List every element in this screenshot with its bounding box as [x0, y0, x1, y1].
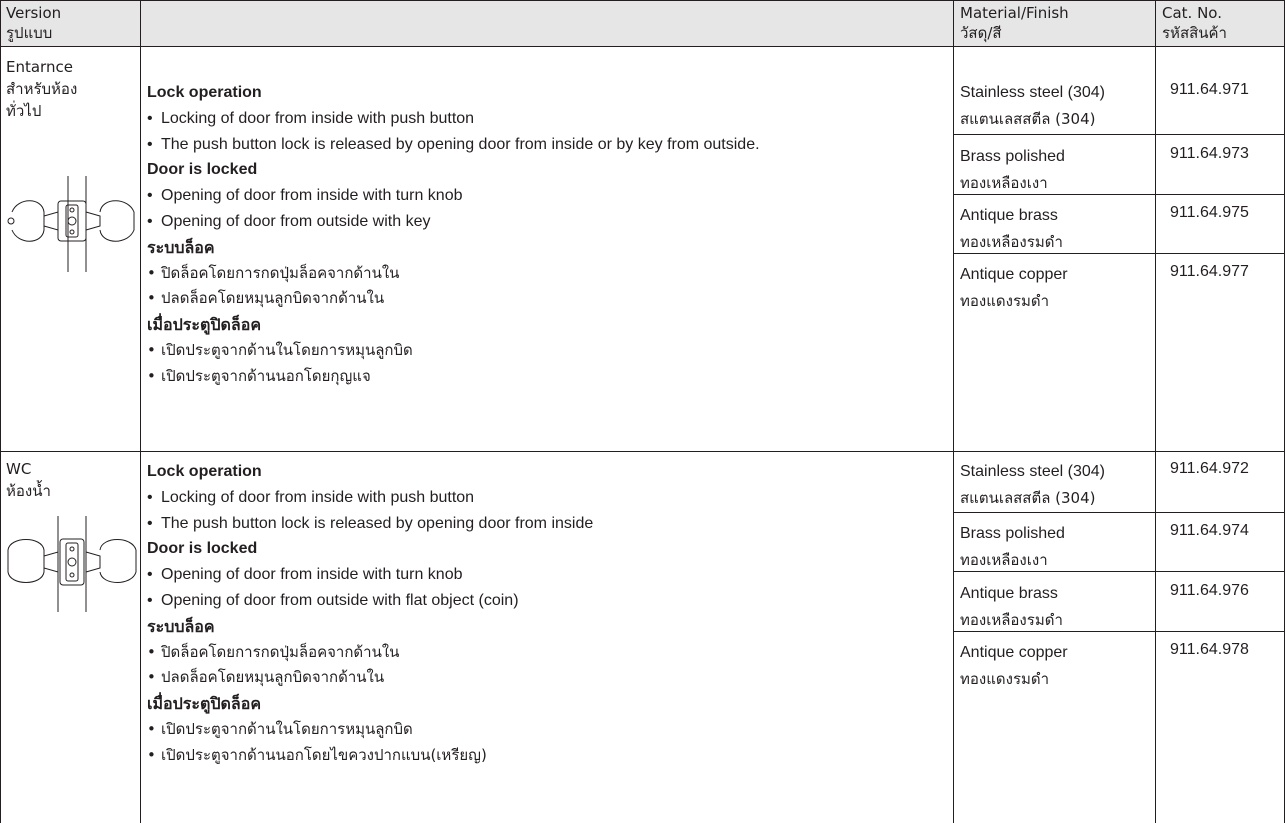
- grid-line: [953, 0, 954, 823]
- list-item: The push button lock is released by open…: [147, 511, 593, 537]
- th-locked-title: เมื่อประตูปิดล็อค: [147, 315, 262, 335]
- th-lock-title: ระบบล็อค: [147, 237, 215, 257]
- version-en: WC: [6, 460, 32, 478]
- header-version-en: Version: [6, 4, 62, 22]
- material-th: ทองเหลืองรมดำ: [960, 233, 1063, 251]
- row2-description: Lock operation Locking of door from insi…: [147, 459, 593, 769]
- grid-line: [1155, 0, 1156, 823]
- list-item: Opening of door from inside with turn kn…: [147, 183, 760, 209]
- variant-material: Antique copper ทองแดงรมดำ: [960, 640, 1068, 692]
- grid-line: [140, 0, 141, 823]
- material-th: สแตนเลสสตีล (304): [960, 110, 1096, 128]
- grid-line: [953, 631, 1285, 632]
- material-th: ทองเหลืองรมดำ: [960, 611, 1063, 629]
- cat-number: 911.64.973: [1170, 145, 1249, 162]
- row1-version: Entarnce สำหรับห้อง ทั่วไป: [6, 56, 77, 122]
- grid-line: [0, 451, 1285, 452]
- version-th-2: ทั่วไป: [6, 102, 42, 120]
- material-en: Stainless steel (304): [960, 84, 1105, 101]
- variant-material: Antique brass ทองเหลืองรมดำ: [960, 581, 1063, 633]
- variant-material: Brass polished ทองเหลืองเงา: [960, 144, 1065, 196]
- list-item: เปิดประตูจากด้านนอกโดยกุญแจ: [147, 364, 760, 390]
- lock-operation-title: Lock operation: [147, 463, 262, 480]
- material-en: Antique brass: [960, 207, 1058, 224]
- lock-operation-title: Lock operation: [147, 84, 262, 101]
- variant-material: Antique copper ทองแดงรมดำ: [960, 262, 1068, 314]
- list-item: Opening of door from outside with flat o…: [147, 588, 593, 614]
- version-en: Entarnce: [6, 58, 73, 76]
- version-th-1: สำหรับห้อง: [6, 80, 78, 98]
- material-en: Antique brass: [960, 585, 1058, 602]
- list-item: Opening of door from inside with turn kn…: [147, 562, 593, 588]
- variant-material: Antique brass ทองเหลืองรมดำ: [960, 203, 1063, 255]
- header-material-en: Material/Finish: [960, 4, 1069, 22]
- material-en: Antique copper: [960, 644, 1068, 661]
- grid-line: [953, 512, 1285, 513]
- wc-lockset-icon: [7, 516, 137, 612]
- th-lock-title: ระบบล็อค: [147, 616, 215, 636]
- th-locked-title: เมื่อประตูปิดล็อค: [147, 694, 262, 714]
- material-en: Brass polished: [960, 148, 1065, 165]
- list-item: Locking of door from inside with push bu…: [147, 106, 760, 132]
- grid-line: [0, 0, 1285, 1]
- material-th: ทองเหลืองเงา: [960, 551, 1048, 569]
- row2-version: WC ห้องน้ำ: [6, 458, 51, 502]
- list-item: The push button lock is released by open…: [147, 132, 760, 158]
- product-table: Version รูปแบบ Material/Finish วัสดุ/สี …: [0, 0, 1285, 823]
- material-th: ทองแดงรมดำ: [960, 292, 1050, 310]
- list-item: ปิดล็อคโดยการกดปุ่มล็อคจากด้านใน: [147, 261, 760, 287]
- cat-number: 911.64.975: [1170, 204, 1249, 221]
- cat-number: 911.64.972: [1170, 460, 1249, 477]
- grid-line: [953, 253, 1285, 254]
- header-catno-en: Cat. No.: [1162, 4, 1222, 22]
- grid-line: [953, 194, 1285, 195]
- material-th: ทองแดงรมดำ: [960, 670, 1050, 688]
- version-th-1: ห้องน้ำ: [6, 482, 51, 500]
- cat-number: 911.64.978: [1170, 641, 1249, 658]
- cat-number: 911.64.974: [1170, 522, 1249, 539]
- header-catno: Cat. No. รหัสสินค้า: [1162, 3, 1227, 43]
- header-version: Version รูปแบบ: [6, 3, 61, 43]
- entrance-lockset-icon: [7, 176, 135, 272]
- list-item: เปิดประตูจากด้านนอกโดยไขควงปากแบน(เหรียญ…: [147, 743, 593, 769]
- door-locked-title: Door is locked: [147, 161, 258, 179]
- grid-line: [953, 134, 1285, 135]
- list-item: เปิดประตูจากด้านในโดยการหมุนลูกบิด: [147, 717, 593, 743]
- grid-line: [953, 571, 1285, 572]
- table-header: [0, 0, 1285, 46]
- material-th: สแตนเลสสตีล (304): [960, 489, 1096, 507]
- material-en: Antique copper: [960, 266, 1068, 283]
- material-th: ทองเหลืองเงา: [960, 174, 1048, 192]
- door-locked-title: Door is locked: [147, 540, 258, 558]
- cat-number: 911.64.976: [1170, 582, 1249, 599]
- list-item: ปลดล็อคโดยหมุนลูกบิดจากด้านใน: [147, 286, 760, 312]
- list-item: ปลดล็อคโดยหมุนลูกบิดจากด้านใน: [147, 665, 593, 691]
- row1-description: Lock operation Locking of door from insi…: [147, 80, 760, 390]
- variant-material: Brass polished ทองเหลืองเงา: [960, 521, 1065, 573]
- variant-material: Stainless steel (304) สแตนเลสสตีล (304): [960, 459, 1105, 511]
- header-catno-th: รหัสสินค้า: [1162, 24, 1227, 42]
- cat-number: 911.64.977: [1170, 263, 1249, 280]
- list-item: Locking of door from inside with push bu…: [147, 485, 593, 511]
- list-item: ปิดล็อคโดยการกดปุ่มล็อคจากด้านใน: [147, 640, 593, 666]
- header-version-th: รูปแบบ: [6, 24, 53, 42]
- grid-line: [0, 46, 1285, 47]
- grid-line: [0, 0, 1, 823]
- list-item: Opening of door from outside with key: [147, 209, 760, 235]
- variant-material: Stainless steel (304) สแตนเลสสตีล (304): [960, 80, 1105, 132]
- list-item: เปิดประตูจากด้านในโดยการหมุนลูกบิด: [147, 338, 760, 364]
- material-en: Stainless steel (304): [960, 463, 1105, 480]
- header-material: Material/Finish วัสดุ/สี: [960, 3, 1069, 43]
- cat-number: 911.64.971: [1170, 81, 1249, 98]
- material-en: Brass polished: [960, 525, 1065, 542]
- header-material-th: วัสดุ/สี: [960, 24, 1002, 42]
